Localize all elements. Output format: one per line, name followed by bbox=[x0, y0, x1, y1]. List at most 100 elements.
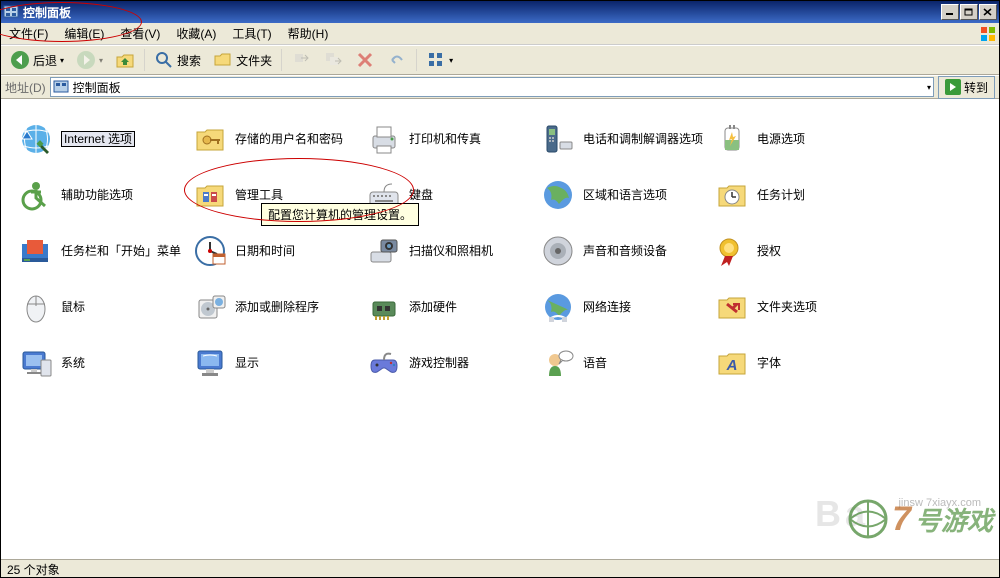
cp-item-folder-options[interactable]: 文件夹选项 bbox=[715, 279, 885, 335]
globe-icon bbox=[848, 499, 888, 539]
stored-users-passwords-icon bbox=[193, 122, 227, 156]
control-panel-icon bbox=[53, 79, 69, 95]
accessibility-icon bbox=[19, 178, 53, 212]
cp-item-internet-options[interactable]: Internet 选项 bbox=[19, 111, 189, 167]
network-connections-icon bbox=[541, 290, 575, 324]
cp-item-speech[interactable]: 语音 bbox=[541, 335, 711, 391]
minimize-button[interactable] bbox=[941, 4, 959, 20]
forward-button[interactable]: ▾ bbox=[71, 47, 108, 73]
search-button[interactable]: 搜索 bbox=[149, 47, 206, 73]
folders-button[interactable]: 文件夹 bbox=[208, 47, 277, 73]
address-bar: 地址(D) 控制面板 ▾ 转到 bbox=[1, 75, 999, 99]
cp-item-label: 语音 bbox=[583, 356, 607, 370]
statusbar: 25 个对象 bbox=[1, 559, 999, 577]
cp-item-system[interactable]: 系统 bbox=[19, 335, 189, 391]
cp-item-power-options[interactable]: 电源选项 bbox=[715, 111, 885, 167]
add-remove-programs-icon bbox=[193, 290, 227, 324]
cp-item-label: 辅助功能选项 bbox=[61, 188, 133, 202]
address-input[interactable]: 控制面板 ▾ bbox=[50, 77, 934, 97]
cp-item-label: 任务栏和「开始」菜单 bbox=[61, 244, 181, 258]
menu-edit[interactable]: 编辑(E) bbox=[56, 22, 112, 45]
cp-item-label: 管理工具 bbox=[235, 188, 283, 202]
date-time-icon bbox=[193, 234, 227, 268]
cp-item-fonts[interactable]: A 字体 bbox=[715, 335, 885, 391]
cp-item-game-controllers[interactable]: 游戏控制器 bbox=[367, 335, 537, 391]
cp-item-display[interactable]: 显示 bbox=[193, 335, 363, 391]
menu-file[interactable]: 文件(F) bbox=[1, 22, 56, 45]
cp-item-label: 字体 bbox=[757, 356, 781, 370]
cp-item-label: 任务计划 bbox=[757, 188, 805, 202]
cp-item-label: 扫描仪和照相机 bbox=[409, 244, 493, 258]
content-area: Internet 选项 存储的用户名和密码 打印机和传真 电话和调制解调器选项电源选项… bbox=[1, 99, 999, 559]
cp-item-printers-faxes[interactable]: 打印机和传真 bbox=[367, 111, 537, 167]
copy-to-button[interactable] bbox=[318, 47, 348, 73]
up-button[interactable] bbox=[110, 47, 140, 73]
cp-item-taskbar-start[interactable]: 任务栏和「开始」菜单 bbox=[19, 223, 189, 279]
svg-text:A: A bbox=[726, 357, 738, 374]
internet-options-icon bbox=[19, 122, 53, 156]
window-title: 控制面板 bbox=[23, 4, 940, 21]
forward-icon bbox=[76, 50, 96, 70]
cp-item-label: Internet 选项 bbox=[61, 131, 135, 147]
maximize-button[interactable] bbox=[960, 4, 978, 20]
regional-language-icon bbox=[541, 178, 575, 212]
cp-item-mouse[interactable]: 鼠标 bbox=[19, 279, 189, 335]
folders-icon bbox=[213, 50, 233, 70]
game-controllers-icon bbox=[367, 346, 401, 380]
move-to-icon bbox=[291, 50, 311, 70]
menu-help[interactable]: 帮助(H) bbox=[280, 22, 337, 45]
tooltip: 配置您计算机的管理设置。 bbox=[261, 203, 419, 226]
cp-item-phone-modem[interactable]: 电话和调制解调器选项 bbox=[541, 111, 711, 167]
up-folder-icon bbox=[115, 50, 135, 70]
add-hardware-icon bbox=[367, 290, 401, 324]
undo-button[interactable] bbox=[382, 47, 412, 73]
cp-item-label: 网络连接 bbox=[583, 300, 631, 314]
chevron-down-icon[interactable]: ▾ bbox=[927, 83, 931, 92]
cp-item-network-connections[interactable]: 网络连接 bbox=[541, 279, 711, 335]
go-label: 转到 bbox=[964, 79, 988, 96]
delete-icon bbox=[355, 50, 375, 70]
cp-item-sounds-audio[interactable]: 声音和音频设备 bbox=[541, 223, 711, 279]
phone-modem-icon bbox=[541, 122, 575, 156]
views-button[interactable]: ▾ bbox=[421, 47, 458, 73]
cp-item-label: 键盘 bbox=[409, 188, 433, 202]
cp-item-accessibility[interactable]: 辅助功能选项 bbox=[19, 167, 189, 223]
cp-item-add-hardware[interactable]: 添加硬件 bbox=[367, 279, 537, 335]
cp-item-label: 打印机和传真 bbox=[409, 132, 481, 146]
folder-options-icon bbox=[715, 290, 749, 324]
move-to-button[interactable] bbox=[286, 47, 316, 73]
back-label: 后退 bbox=[33, 52, 57, 69]
speech-icon bbox=[541, 346, 575, 380]
licensing-icon bbox=[715, 234, 749, 268]
close-button[interactable] bbox=[979, 4, 997, 20]
back-button[interactable]: 后退 ▾ bbox=[5, 47, 69, 73]
cp-item-scheduled-tasks[interactable]: 任务计划 bbox=[715, 167, 885, 223]
scanners-cameras-icon bbox=[367, 234, 401, 268]
power-options-icon bbox=[715, 122, 749, 156]
cp-item-scanners-cameras[interactable]: 扫描仪和照相机 bbox=[367, 223, 537, 279]
go-button[interactable]: 转到 bbox=[938, 76, 995, 99]
delete-button[interactable] bbox=[350, 47, 380, 73]
cp-item-label: 添加或删除程序 bbox=[235, 300, 319, 314]
cp-item-add-remove-programs[interactable]: 添加或删除程序 bbox=[193, 279, 363, 335]
menu-favorites[interactable]: 收藏(A) bbox=[168, 22, 224, 45]
chevron-down-icon: ▾ bbox=[99, 56, 103, 65]
watermark-brand: 7号游戏 bbox=[848, 499, 993, 539]
sounds-audio-icon bbox=[541, 234, 575, 268]
cp-item-label: 电话和调制解调器选项 bbox=[583, 132, 703, 146]
views-icon bbox=[426, 50, 446, 70]
taskbar-start-icon bbox=[19, 234, 53, 268]
cp-item-date-time[interactable]: 日期和时间 bbox=[193, 223, 363, 279]
back-icon bbox=[10, 50, 30, 70]
menu-view[interactable]: 查看(V) bbox=[112, 22, 168, 45]
address-label: 地址(D) bbox=[5, 79, 46, 96]
chevron-down-icon: ▾ bbox=[60, 56, 64, 65]
status-text: 25 个对象 bbox=[7, 563, 60, 577]
menu-tools[interactable]: 工具(T) bbox=[224, 22, 279, 45]
windows-flag-icon bbox=[979, 25, 997, 43]
cp-item-stored-users-passwords[interactable]: 存储的用户名和密码 bbox=[193, 111, 363, 167]
titlebar: 控制面板 bbox=[1, 1, 999, 23]
mouse-icon bbox=[19, 290, 53, 324]
cp-item-regional-language[interactable]: 区域和语言选项 bbox=[541, 167, 711, 223]
cp-item-licensing[interactable]: 授权 bbox=[715, 223, 885, 279]
